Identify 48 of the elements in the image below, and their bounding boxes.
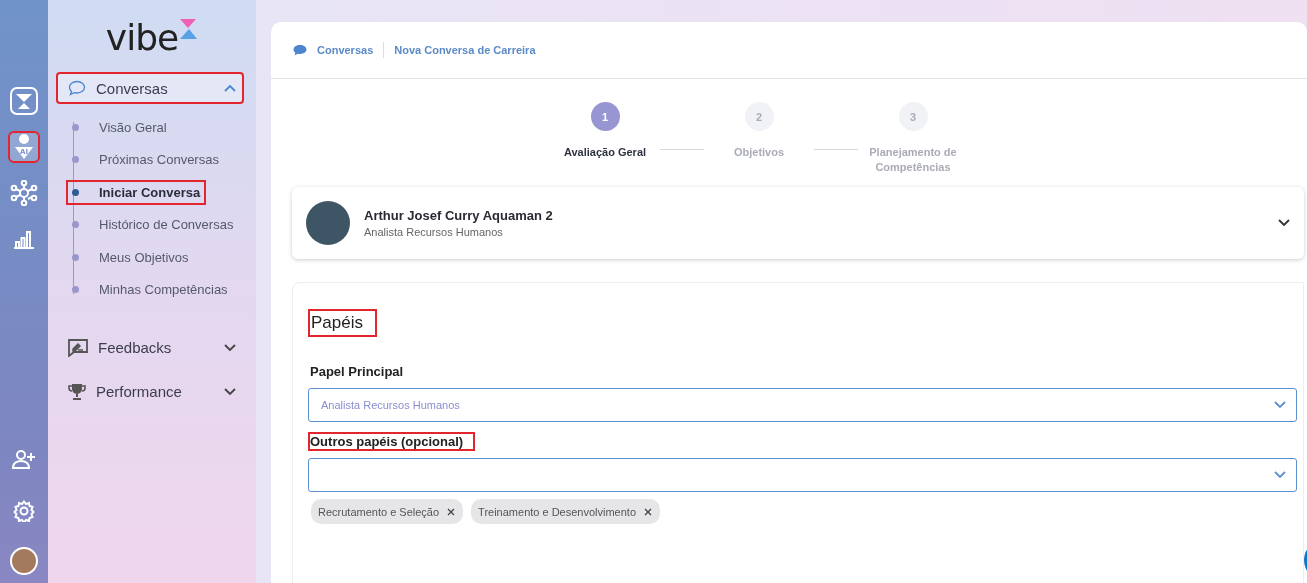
employee-role: Analista Recursos Humanos bbox=[364, 226, 504, 238]
field-label: Outros papéis (opcional) bbox=[308, 432, 476, 451]
menu-group[interactable]: Feedbacks bbox=[56, 331, 244, 364]
chevron-down-icon bbox=[224, 343, 236, 352]
breadcrumb-link[interactable]: Nova Conversa de Carreira bbox=[394, 44, 536, 56]
menu-item[interactable]: Próximas Conversas bbox=[66, 147, 225, 172]
chevron-down-icon[interactable] bbox=[1278, 219, 1290, 227]
menu-group[interactable]: Performance bbox=[56, 375, 244, 408]
chevron-down-icon bbox=[1274, 471, 1286, 479]
chat-bubble-icon bbox=[68, 80, 86, 96]
menu-item[interactable]: Visão Geral bbox=[66, 114, 173, 140]
step-number[interactable]: 1 bbox=[590, 102, 620, 131]
hourglass-icon bbox=[10, 87, 38, 115]
menu-group[interactable]: Conversas bbox=[56, 72, 244, 104]
select-field[interactable] bbox=[308, 458, 1297, 492]
network-icon bbox=[10, 180, 38, 206]
home-button[interactable] bbox=[8, 85, 40, 117]
photo-placeholder bbox=[306, 201, 350, 245]
chevron-down-icon bbox=[1274, 401, 1286, 409]
remove-tag-icon[interactable] bbox=[644, 507, 653, 516]
person-icon bbox=[14, 133, 34, 161]
logo-mark-icon bbox=[178, 18, 199, 40]
tag-chip: Treinamento e Desenvolvimento bbox=[471, 499, 661, 524]
network-button[interactable] bbox=[8, 177, 40, 209]
bar-chart-icon bbox=[13, 229, 35, 249]
select-field[interactable]: Analista Recursos Humanos bbox=[308, 388, 1297, 422]
menu-item[interactable]: Minhas Competências bbox=[66, 277, 234, 302]
tag-chip: Recrutamento e Seleção bbox=[311, 499, 464, 524]
chat-bubble-icon bbox=[293, 44, 307, 56]
menu-item[interactable]: Histórico de Conversas bbox=[66, 212, 240, 237]
field-label: Papel Principal bbox=[309, 363, 405, 381]
menu-item[interactable]: Meus Objetivos bbox=[66, 244, 195, 270]
add-user-icon[interactable] bbox=[12, 449, 36, 469]
chevron-down-icon bbox=[224, 387, 236, 396]
user-avatar[interactable] bbox=[10, 547, 38, 575]
feedback-icon bbox=[68, 338, 88, 357]
section-title: Papéis bbox=[308, 309, 377, 337]
settings-icon[interactable] bbox=[13, 500, 35, 522]
step-label: Planejamento de Competências bbox=[868, 145, 958, 175]
trophy-icon bbox=[68, 382, 86, 401]
step-label: Avaliação Geral bbox=[562, 145, 648, 160]
employee-name: Arthur Josef Curry Aquaman 2 bbox=[364, 208, 554, 223]
chevron-up-icon bbox=[224, 84, 236, 92]
remove-tag-icon[interactable] bbox=[447, 507, 456, 516]
logo-text: vibe bbox=[105, 18, 179, 58]
menu-item[interactable]: Iniciar Conversa bbox=[66, 179, 207, 205]
breadcrumb-link[interactable]: Conversas bbox=[317, 44, 374, 56]
step-label: Objetivos bbox=[732, 145, 786, 160]
